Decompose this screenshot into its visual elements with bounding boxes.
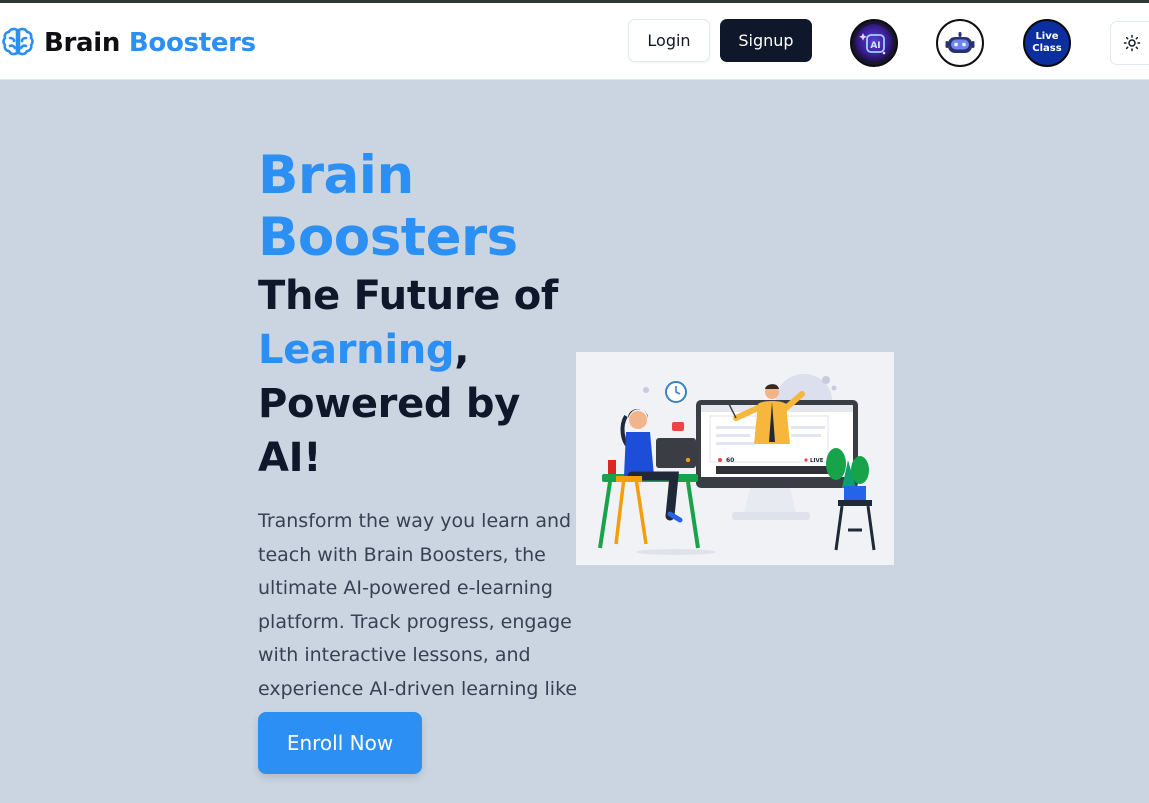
- hero-brand-line2: Boosters: [258, 207, 518, 268]
- live-label: LIVE: [810, 458, 824, 464]
- ai-assistant-button[interactable]: AI: [850, 19, 898, 67]
- hero-tagline-highlight: Learning: [258, 327, 455, 373]
- brain-icon: [2, 27, 34, 56]
- hero-illustration: 60 LIVE: [576, 352, 894, 565]
- hero-brand-title: Brain Boosters: [258, 145, 588, 269]
- live-class-line1: Live: [1035, 31, 1059, 42]
- hero-content: Brain Boosters The Future of Learning, P…: [258, 145, 588, 759]
- brand-name: Brain Boosters: [44, 28, 256, 58]
- signup-button[interactable]: Signup: [720, 19, 812, 62]
- chatbot-button[interactable]: [936, 19, 984, 67]
- hero-tagline: The Future of Learning, Powered by AI!: [258, 269, 588, 485]
- robot-icon: [944, 27, 976, 59]
- login-button[interactable]: Login: [628, 19, 710, 62]
- hero-tagline-comma: ,: [454, 327, 470, 373]
- brand-logo[interactable]: Brain Boosters: [0, 23, 256, 63]
- ai-badge-text: AI: [870, 41, 880, 51]
- navbar: Brain Boosters Login Signup AI Live Clas…: [0, 3, 1149, 80]
- hero-brand-line1: Brain: [258, 145, 414, 206]
- hero-tagline-line1: The Future of: [258, 273, 558, 319]
- enroll-now-button[interactable]: Enroll Now: [258, 712, 422, 774]
- theme-toggle-button[interactable]: [1110, 21, 1149, 65]
- online-learning-illustration: 60 LIVE: [576, 352, 894, 565]
- live-class-line2: Class: [1032, 43, 1062, 54]
- hero-tagline-line3: Powered by AI!: [258, 381, 521, 481]
- viewer-count: 60: [726, 457, 734, 464]
- brand-name-part2: Boosters: [128, 28, 256, 58]
- ai-sparkle-icon: AI: [855, 24, 893, 62]
- sun-icon: [1123, 34, 1141, 52]
- brand-name-part1: Brain: [44, 28, 121, 58]
- hero-description: Transform the way you learn and teach wi…: [258, 510, 578, 733]
- hero-tagline-line2: Learning,: [258, 323, 588, 377]
- live-class-button[interactable]: Live Class: [1023, 19, 1071, 67]
